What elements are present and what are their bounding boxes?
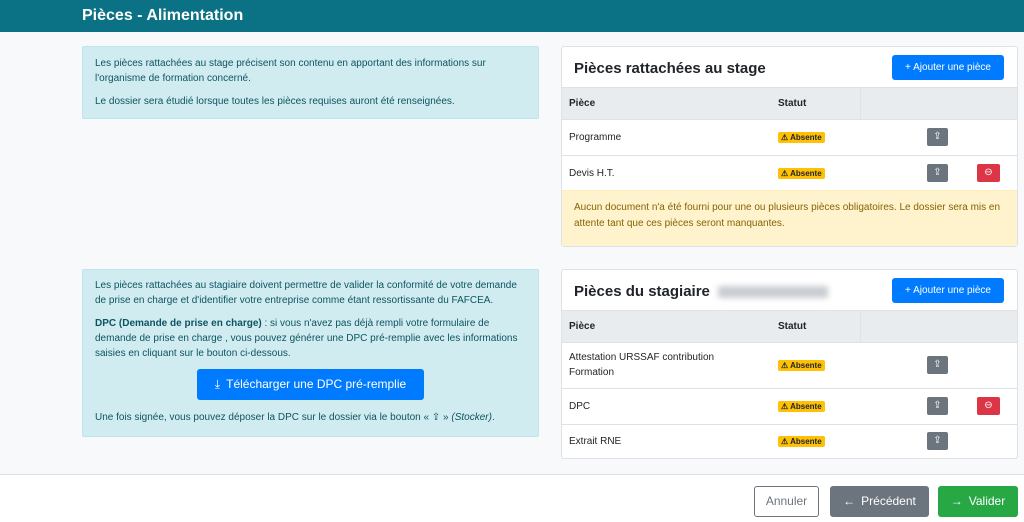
upload-button[interactable]: ⇪ <box>927 128 948 146</box>
download-dpc-button[interactable]: ⤓ Télécharger une DPC pré-remplie <box>197 369 424 400</box>
dpc-label: DPC (Demande de prise en charge) <box>95 318 262 329</box>
info-stagiaire: Les pièces rattachées au stagiaire doive… <box>82 269 539 437</box>
validate-label: Valider <box>968 494 1006 508</box>
table-row: Programme ⚠ Absente ⇪ <box>562 119 1017 156</box>
missing-documents-warning: Aucun document n'a été fourni pour une o… <box>562 190 1017 246</box>
piece-name: Extrait RNE <box>562 424 771 459</box>
page-header: Pièces - Alimentation <box>0 0 1024 32</box>
upload-icon: ⇪ <box>933 131 942 142</box>
status-badge: ⚠ Absente <box>778 131 825 143</box>
info-stage-text-2: Le dossier sera étudié lorsque toutes le… <box>95 96 455 107</box>
info-stagiaire-text-3: Une fois signée, vous pouvez déposer la … <box>95 410 526 425</box>
table-row: Attestation URSSAF contribution Formatio… <box>562 342 1017 389</box>
validate-button[interactable]: → Valider <box>938 486 1018 517</box>
info-stagiaire-text-1: Les pièces rattachées au stagiaire doive… <box>95 280 517 306</box>
upload-icon: ⇪ <box>431 412 441 423</box>
info-stagiaire-dpc: DPC (Demande de prise en charge) : si vo… <box>95 316 526 361</box>
piece-name: Attestation URSSAF contribution Formatio… <box>562 342 771 389</box>
card-title: Pièces du stagiaire <box>574 283 828 300</box>
card-pieces-stage: Pièces rattachées au stage + Ajouter une… <box>561 46 1018 247</box>
arrow-right-icon: → <box>950 494 963 508</box>
card-header: Pièces du stagiaire + Ajouter une pièce <box>562 270 1017 311</box>
column-header-actions <box>859 88 1017 120</box>
card-header: Pièces rattachées au stage + Ajouter une… <box>562 47 1017 88</box>
status-badge: ⚠ Absente <box>778 359 825 371</box>
upload-button[interactable]: ⇪ <box>927 397 948 415</box>
previous-label: Précédent <box>861 494 916 508</box>
pieces-stage-table: Pièce Statut Programme ⚠ Absente ⇪ Devis… <box>562 88 1017 192</box>
text-part: Une fois signée, vous pouvez déposer la … <box>95 412 432 423</box>
piece-name: Programme <box>562 119 771 156</box>
pieces-stagiaire-table: Pièce Statut Attestation URSSAF contribu… <box>562 311 1017 459</box>
table-row: Devis H.T. ⚠ Absente ⇪ ⊖ <box>562 155 1017 192</box>
status-badge: ⚠ Absente <box>778 167 825 179</box>
column-header-piece: Pièce <box>562 311 771 343</box>
footer-bar: Annuler ← Précédent → Valider <box>0 474 1024 522</box>
page-title: Pièces - Alimentation <box>82 7 244 24</box>
upload-icon: ⇪ <box>933 435 942 446</box>
arrow-left-icon: ← <box>843 494 856 508</box>
upload-icon: ⇪ <box>933 400 942 411</box>
redacted-name <box>717 286 828 299</box>
upload-button[interactable]: ⇪ <box>927 356 948 374</box>
add-piece-stagiaire-button[interactable]: + Ajouter une pièce <box>892 278 1004 303</box>
delete-button[interactable]: ⊖ <box>977 164 1000 182</box>
add-piece-stage-button[interactable]: + Ajouter une pièce <box>892 55 1004 80</box>
text-part: » <box>440 412 452 423</box>
table-row: Extrait RNE ⚠ Absente ⇪ <box>562 424 1017 459</box>
cancel-button[interactable]: Annuler <box>754 486 819 517</box>
minus-circle-icon: ⊖ <box>984 400 993 411</box>
minus-circle-icon: ⊖ <box>984 167 993 178</box>
card-pieces-stagiaire: Pièces du stagiaire + Ajouter une pièce … <box>561 269 1018 459</box>
previous-button[interactable]: ← Précédent <box>830 486 929 517</box>
card-title: Pièces rattachées au stage <box>574 60 766 77</box>
delete-button[interactable]: ⊖ <box>977 397 1000 415</box>
stocker-label: (Stocker) <box>451 412 492 423</box>
upload-icon: ⇪ <box>933 359 942 370</box>
text-part: . <box>491 412 495 423</box>
download-dpc-label: Télécharger une DPC pré-remplie <box>226 377 407 391</box>
status-badge: ⚠ Absente <box>778 400 825 412</box>
card-title-text: Pièces du stagiaire <box>574 283 710 300</box>
upload-button[interactable]: ⇪ <box>927 164 948 182</box>
status-badge: ⚠ Absente <box>778 435 825 447</box>
piece-name: Devis H.T. <box>562 155 771 192</box>
table-row: DPC ⚠ Absente ⇪ ⊖ <box>562 388 1017 425</box>
info-stage: Les pièces rattachées au stage précisent… <box>82 46 539 119</box>
column-header-piece: Pièce <box>562 88 771 120</box>
piece-name: DPC <box>562 388 771 425</box>
column-header-actions <box>859 311 1017 343</box>
column-header-statut: Statut <box>771 88 860 120</box>
upload-icon: ⇪ <box>933 167 942 178</box>
column-header-statut: Statut <box>771 311 860 343</box>
info-stage-text-1: Les pièces rattachées au stage précisent… <box>95 58 486 84</box>
download-icon: ⤓ <box>214 377 221 391</box>
upload-button[interactable]: ⇪ <box>927 432 948 450</box>
